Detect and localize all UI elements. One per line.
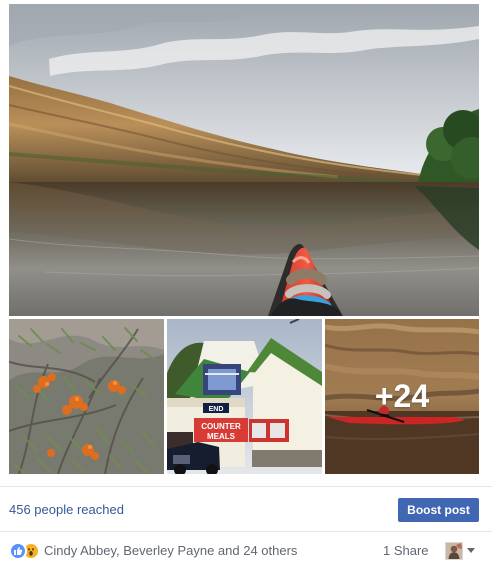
- people-reached-link[interactable]: 456 people reached: [9, 502, 124, 517]
- thumbs-up-icon: [14, 546, 23, 555]
- viewer-avatar: [445, 542, 463, 560]
- sign-counter-text: COUNTER: [201, 422, 241, 431]
- more-photos-overlay[interactable]: +24: [325, 319, 479, 474]
- red-kayak-cliff-photo[interactable]: +24: [325, 319, 479, 474]
- sign-end-text: END: [209, 406, 224, 413]
- sign-meals-text: MEALS: [207, 432, 236, 441]
- viewer-identity-selector[interactable]: [445, 542, 479, 560]
- like-icon: [9, 542, 27, 560]
- post-reactions-row: Cindy Abbey, Beverley Payne and 24 other…: [0, 532, 492, 570]
- kayak-river-image: [9, 4, 479, 316]
- reaction-names-link[interactable]: Cindy Abbey, Beverley Payne and 24 other…: [44, 543, 297, 558]
- boost-post-button[interactable]: Boost post: [398, 498, 479, 522]
- counter-meals-building-image: END COUNTER MEALS: [167, 319, 322, 474]
- post-reach-row: 456 people reached Boost post: [0, 486, 492, 532]
- orange-flowering-shrub-photo[interactable]: [9, 319, 164, 474]
- kayak-river-photo[interactable]: [9, 4, 479, 316]
- person-avatar-icon: [446, 543, 462, 559]
- share-count-link[interactable]: 1 Share: [383, 543, 429, 558]
- chevron-down-icon: [467, 548, 475, 553]
- facebook-post-card: END COUNTER MEALS +24 456 people reached…: [0, 0, 492, 573]
- counter-meals-building-photo[interactable]: END COUNTER MEALS: [167, 319, 322, 474]
- orange-flowering-shrub-image: [9, 319, 164, 474]
- reaction-icons[interactable]: [9, 542, 45, 560]
- post-photo-grid: END COUNTER MEALS +24: [9, 4, 479, 474]
